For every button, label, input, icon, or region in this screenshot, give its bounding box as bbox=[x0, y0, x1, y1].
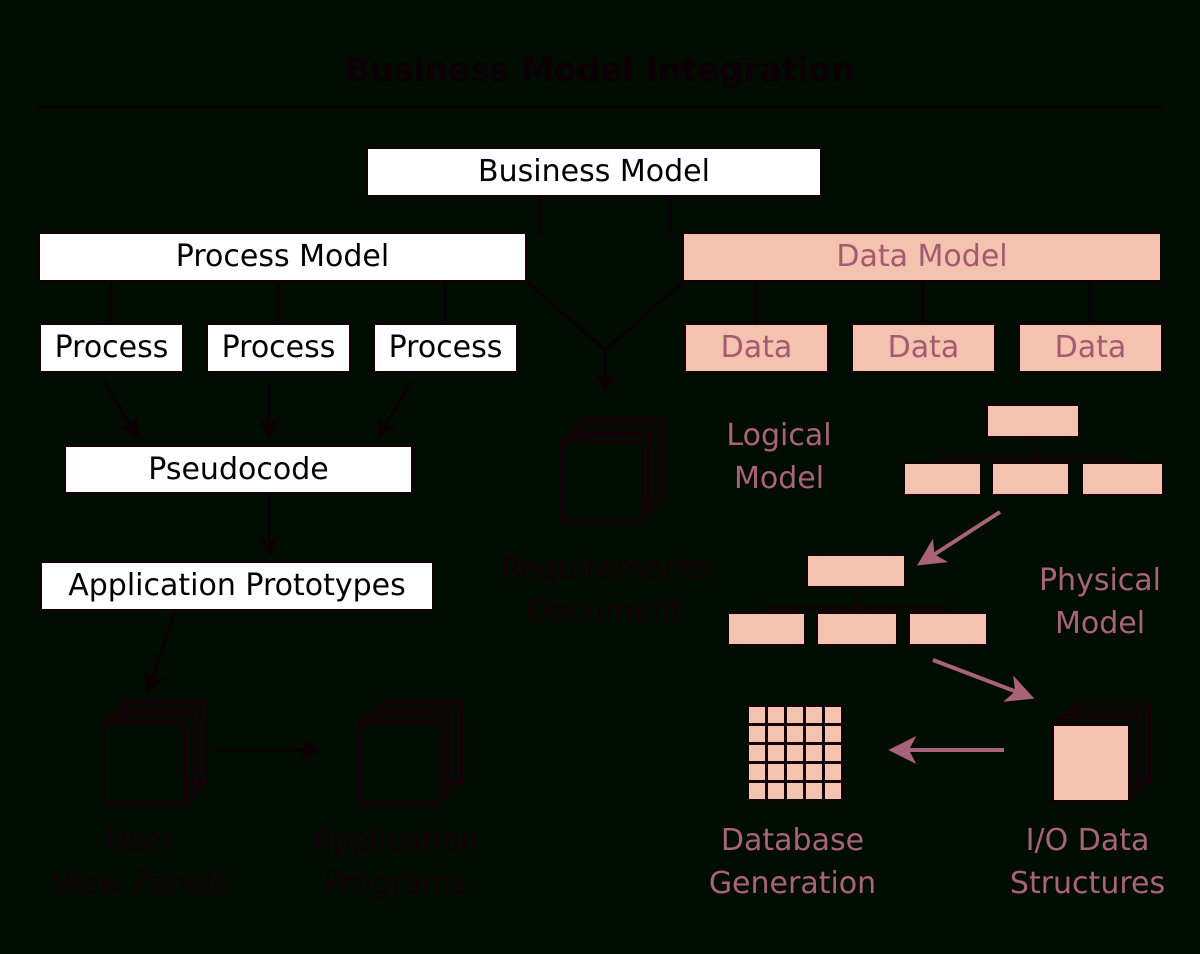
connector-business-to-models bbox=[538, 197, 672, 234]
database-generation-label: Database Generation bbox=[708, 823, 877, 901]
database-grid-cell bbox=[787, 764, 803, 780]
database-grid-cell bbox=[787, 726, 803, 742]
physical-tree-child-node-2[interactable] bbox=[816, 612, 898, 646]
database-grid-cell bbox=[749, 707, 765, 723]
data-box-3-label: Data bbox=[1054, 330, 1127, 365]
physical-tree-child-node-3[interactable] bbox=[908, 612, 988, 646]
io-data-structures-stack-icon[interactable] bbox=[1051, 703, 1151, 803]
database-grid-cell bbox=[825, 764, 841, 780]
requirements-document-stack-icon bbox=[560, 418, 665, 523]
io-data-structures-label: I/O Data Structures bbox=[1009, 823, 1166, 901]
data-model-label: Data Model bbox=[836, 239, 1008, 274]
sheet-front bbox=[560, 439, 644, 523]
database-grid-cell bbox=[768, 764, 784, 780]
database-grid-cell bbox=[768, 726, 784, 742]
database-grid-cell bbox=[787, 707, 803, 723]
database-grid-cell bbox=[768, 783, 784, 799]
physical-model-label: Physical Model bbox=[1038, 563, 1162, 641]
connector-prototypes-to-userviewpanels bbox=[143, 611, 177, 694]
database-grid-cell bbox=[825, 745, 841, 761]
data-box-1-label: Data bbox=[720, 330, 793, 365]
database-generation-grid-icon[interactable] bbox=[747, 705, 843, 801]
database-grid-cell bbox=[749, 783, 765, 799]
database-grid-cell bbox=[825, 783, 841, 799]
process-box-2[interactable]: Process bbox=[206, 323, 351, 373]
data-model-box[interactable]: Data Model bbox=[682, 232, 1162, 282]
database-grid-cell bbox=[768, 707, 784, 723]
diagram-canvas: Business Model Integration Business Mode… bbox=[0, 0, 1200, 954]
process-model-label: Process Model bbox=[175, 239, 390, 274]
process-box-2-label: Process bbox=[221, 330, 336, 365]
database-grid-cell bbox=[787, 745, 803, 761]
database-grid-cell bbox=[806, 707, 822, 723]
data-box-2[interactable]: Data bbox=[851, 323, 996, 373]
connector-physical-tree bbox=[764, 588, 949, 612]
data-box-1[interactable]: Data bbox=[684, 323, 829, 373]
process-box-1-label: Process bbox=[54, 330, 169, 365]
process-box-3-label: Process bbox=[388, 330, 503, 365]
application-prototypes-label: Application Prototypes bbox=[68, 568, 406, 603]
database-grid-cell bbox=[749, 745, 765, 761]
connector-models-to-requirements bbox=[526, 280, 684, 394]
connector-logical-to-physical bbox=[917, 510, 1002, 566]
logical-tree-child-node-3[interactable] bbox=[1081, 462, 1164, 496]
connector-datamodel-to-data bbox=[754, 282, 1092, 325]
physical-tree-child-node-1[interactable] bbox=[727, 612, 806, 646]
ap-sheet-front bbox=[358, 721, 442, 805]
database-grid-cell bbox=[806, 783, 822, 799]
database-grid-cell bbox=[806, 726, 822, 742]
io-sheet-front bbox=[1051, 723, 1131, 803]
logical-tree-child-node-1[interactable] bbox=[903, 462, 982, 496]
logical-tree-root-node[interactable] bbox=[986, 404, 1080, 438]
data-box-2-label: Data bbox=[887, 330, 960, 365]
logical-model-label: Logical Model bbox=[726, 418, 832, 496]
logical-tree-child-node-2[interactable] bbox=[991, 462, 1070, 496]
database-grid-cell bbox=[825, 707, 841, 723]
pseudocode-label: Pseudocode bbox=[148, 451, 329, 487]
connector-logical-tree bbox=[940, 438, 1125, 462]
uvp-sheet-front bbox=[103, 721, 187, 805]
process-box-3[interactable]: Process bbox=[373, 323, 518, 373]
title-divider bbox=[38, 105, 1162, 108]
data-box-3[interactable]: Data bbox=[1018, 323, 1163, 373]
database-grid-cell bbox=[806, 745, 822, 761]
database-grid-cell bbox=[787, 783, 803, 799]
business-model-label: Business Model bbox=[478, 154, 710, 189]
pseudocode-box[interactable]: Pseudocode bbox=[64, 445, 413, 494]
application-prototypes-box[interactable]: Application Prototypes bbox=[40, 561, 434, 611]
application-programs-label: Application Programs bbox=[311, 823, 479, 901]
process-box-1[interactable]: Process bbox=[39, 323, 184, 373]
physical-tree-root-node[interactable] bbox=[806, 554, 906, 588]
database-grid-cell bbox=[749, 726, 765, 742]
connector-processes-to-pseudocode bbox=[102, 380, 414, 440]
requirements-document-label: Requirements Document bbox=[500, 551, 710, 629]
user-view-panels-label: User View Panels bbox=[51, 823, 229, 901]
user-view-panels-stack-icon[interactable] bbox=[103, 700, 208, 805]
connector-processmodel-to-processes bbox=[109, 282, 447, 325]
database-grid-cell bbox=[768, 745, 784, 761]
connector-physical-to-iodata bbox=[932, 658, 1035, 702]
process-model-box[interactable]: Process Model bbox=[38, 232, 527, 282]
database-grid-cell bbox=[825, 726, 841, 742]
database-grid-cell bbox=[749, 764, 765, 780]
page-title: Business Model Integration bbox=[345, 50, 855, 89]
application-programs-stack-icon[interactable] bbox=[358, 700, 463, 805]
business-model-box[interactable]: Business Model bbox=[366, 147, 822, 197]
database-grid-cell bbox=[806, 764, 822, 780]
